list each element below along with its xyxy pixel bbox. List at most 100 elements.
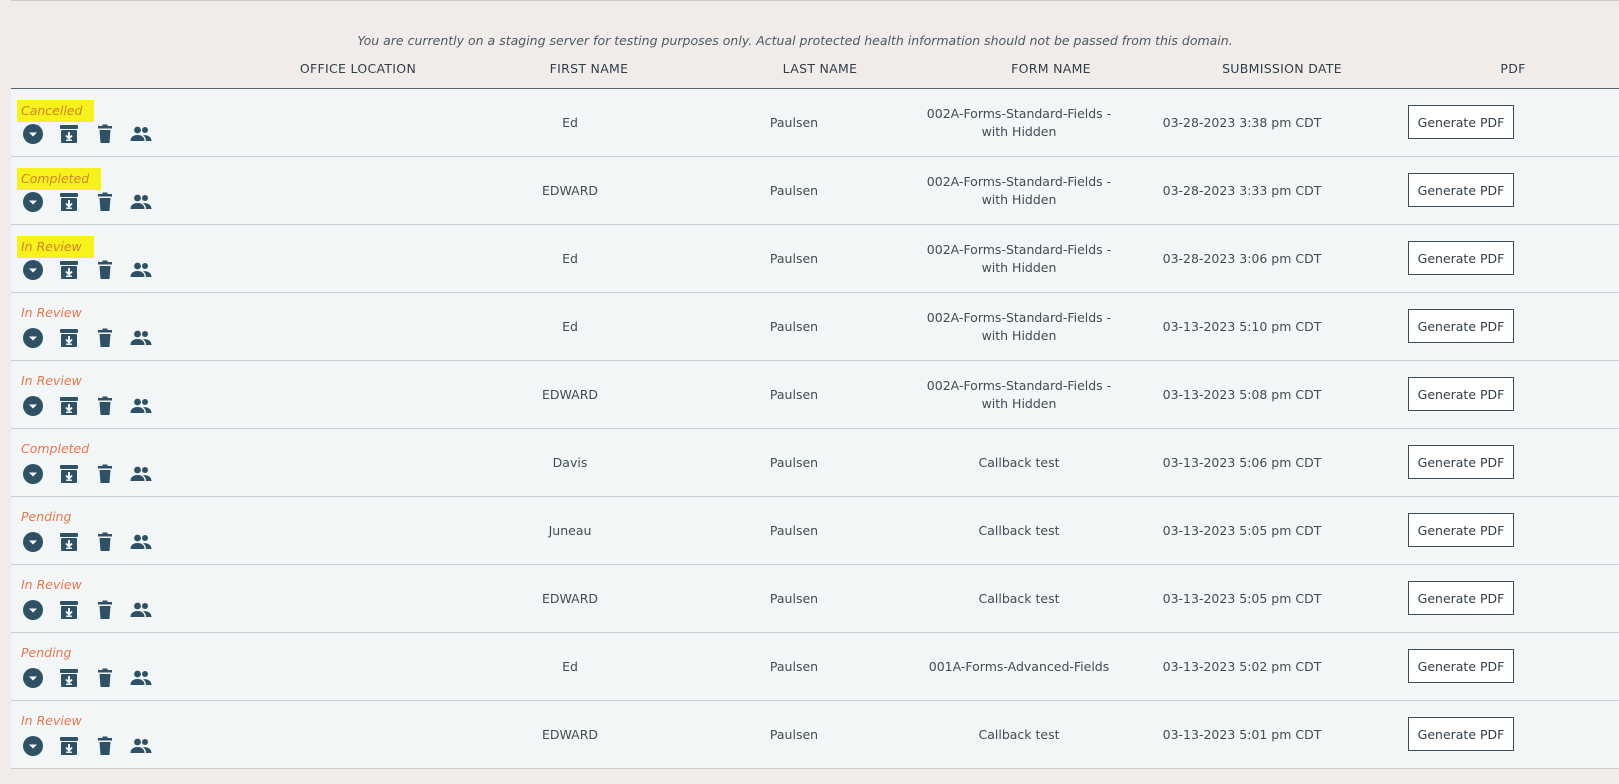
generate-pdf-button[interactable]: Generate PDF bbox=[1408, 241, 1514, 275]
last-name-cell: Paulsen bbox=[769, 726, 819, 742]
first-name-cell: Ed bbox=[562, 114, 578, 130]
people-icon[interactable] bbox=[129, 190, 153, 214]
archive-download-icon[interactable] bbox=[57, 462, 81, 486]
submissions-table: OFFICE LOCATION FIRST NAME LAST NAME FOR… bbox=[11, 55, 1619, 769]
form-name-cell: 002A-Forms-Standard-Fields - with Hidden bbox=[926, 377, 1112, 411]
table-row: In Review EDWARD Paulsen Callback test 03-13… bbox=[11, 701, 1619, 769]
last-name-cell: Paulsen bbox=[769, 250, 819, 266]
status-label: In Review bbox=[21, 577, 82, 592]
status-label: In Review bbox=[21, 713, 82, 728]
archive-download-icon[interactable] bbox=[57, 598, 81, 622]
chevron-down-circle-icon[interactable] bbox=[21, 530, 45, 554]
form-name-cell: Callback test bbox=[978, 726, 1060, 742]
trash-icon[interactable] bbox=[93, 326, 117, 350]
table-row: Pending Juneau Paulsen Callback test 03-13-2… bbox=[11, 497, 1619, 565]
chevron-down-circle-icon[interactable] bbox=[21, 598, 45, 622]
table-row: In Review EDWARD Paulsen Callback test 03-13… bbox=[11, 565, 1619, 633]
form-name-cell: Callback test bbox=[978, 590, 1060, 606]
generate-pdf-button[interactable]: Generate PDF bbox=[1408, 445, 1514, 479]
status-label: In Review bbox=[21, 373, 82, 388]
generate-pdf-button[interactable]: Generate PDF bbox=[1408, 173, 1514, 207]
people-icon[interactable] bbox=[129, 734, 153, 758]
first-name-cell: Juneau bbox=[548, 522, 592, 538]
chevron-down-circle-icon[interactable] bbox=[21, 666, 45, 690]
first-name-cell: Davis bbox=[552, 454, 588, 470]
people-icon[interactable] bbox=[129, 666, 153, 690]
table-row: In Review EDWARD Paulsen 002A-Forms-Standar… bbox=[11, 361, 1619, 429]
people-icon[interactable] bbox=[129, 394, 153, 418]
header-submission-date[interactable]: SUBMISSION DATE bbox=[1222, 61, 1342, 76]
status-label: Pending bbox=[21, 645, 72, 660]
generate-pdf-button[interactable]: Generate PDF bbox=[1408, 717, 1514, 751]
chevron-down-circle-icon[interactable] bbox=[21, 734, 45, 758]
submission-date-cell: 03-13-2023 5:08 pm CDT bbox=[1162, 386, 1322, 402]
top-divider bbox=[11, 0, 1619, 1]
archive-download-icon[interactable] bbox=[57, 190, 81, 214]
trash-icon[interactable] bbox=[93, 462, 117, 486]
row-actions bbox=[21, 462, 171, 486]
first-name-cell: EDWARD bbox=[541, 386, 599, 402]
archive-download-icon[interactable] bbox=[57, 326, 81, 350]
chevron-down-circle-icon[interactable] bbox=[21, 190, 45, 214]
trash-icon[interactable] bbox=[93, 530, 117, 554]
submission-date-cell: 03-13-2023 5:01 pm CDT bbox=[1162, 726, 1322, 742]
trash-icon[interactable] bbox=[93, 598, 117, 622]
row-actions bbox=[21, 326, 171, 350]
submission-date-cell: 03-13-2023 5:05 pm CDT bbox=[1162, 522, 1322, 538]
form-name-cell: 002A-Forms-Standard-Fields - with Hidden bbox=[926, 241, 1112, 275]
table-row: Completed Davis Paulsen Callback test 03-13-… bbox=[11, 429, 1619, 497]
archive-download-icon[interactable] bbox=[57, 530, 81, 554]
trash-icon[interactable] bbox=[93, 394, 117, 418]
people-icon[interactable] bbox=[129, 258, 153, 282]
archive-download-icon[interactable] bbox=[57, 122, 81, 146]
first-name-cell: Ed bbox=[562, 318, 578, 334]
generate-pdf-button[interactable]: Generate PDF bbox=[1408, 649, 1514, 683]
row-actions bbox=[21, 394, 171, 418]
people-icon[interactable] bbox=[129, 462, 153, 486]
row-actions bbox=[21, 734, 171, 758]
chevron-down-circle-icon[interactable] bbox=[21, 122, 45, 146]
first-name-cell: Ed bbox=[562, 658, 578, 674]
generate-pdf-button[interactable]: Generate PDF bbox=[1408, 309, 1514, 343]
generate-pdf-button[interactable]: Generate PDF bbox=[1408, 581, 1514, 615]
chevron-down-circle-icon[interactable] bbox=[21, 258, 45, 282]
last-name-cell: Paulsen bbox=[769, 386, 819, 402]
header-pdf: PDF bbox=[1500, 61, 1526, 76]
archive-download-icon[interactable] bbox=[57, 666, 81, 690]
trash-icon[interactable] bbox=[93, 122, 117, 146]
people-icon[interactable] bbox=[129, 326, 153, 350]
archive-download-icon[interactable] bbox=[57, 258, 81, 282]
trash-icon[interactable] bbox=[93, 190, 117, 214]
status-label: Completed bbox=[21, 441, 90, 456]
chevron-down-circle-icon[interactable] bbox=[21, 326, 45, 350]
table-row: Cancelled Ed Paulsen 002A-Forms-Standard-Fi… bbox=[11, 89, 1619, 157]
trash-icon[interactable] bbox=[93, 734, 117, 758]
archive-download-icon[interactable] bbox=[57, 394, 81, 418]
submission-date-cell: 03-28-2023 3:06 pm CDT bbox=[1162, 250, 1322, 266]
table-header: OFFICE LOCATION FIRST NAME LAST NAME FOR… bbox=[11, 55, 1619, 89]
submission-date-cell: 03-13-2023 5:10 pm CDT bbox=[1162, 318, 1322, 334]
generate-pdf-button[interactable]: Generate PDF bbox=[1408, 105, 1514, 139]
status-label: Completed bbox=[17, 168, 102, 190]
people-icon[interactable] bbox=[129, 530, 153, 554]
generate-pdf-button[interactable]: Generate PDF bbox=[1408, 377, 1514, 411]
generate-pdf-button[interactable]: Generate PDF bbox=[1408, 513, 1514, 547]
row-actions bbox=[21, 258, 171, 282]
archive-download-icon[interactable] bbox=[57, 734, 81, 758]
last-name-cell: Paulsen bbox=[769, 658, 819, 674]
last-name-cell: Paulsen bbox=[769, 114, 819, 130]
form-name-cell: 001A-Forms-Advanced-Fields bbox=[928, 658, 1110, 674]
chevron-down-circle-icon[interactable] bbox=[21, 462, 45, 486]
row-actions bbox=[21, 598, 171, 622]
trash-icon[interactable] bbox=[93, 666, 117, 690]
people-icon[interactable] bbox=[129, 598, 153, 622]
last-name-cell: Paulsen bbox=[769, 318, 819, 334]
header-last-name[interactable]: LAST NAME bbox=[783, 61, 858, 76]
trash-icon[interactable] bbox=[93, 258, 117, 282]
header-form-name[interactable]: FORM NAME bbox=[1011, 61, 1091, 76]
last-name-cell: Paulsen bbox=[769, 590, 819, 606]
header-first-name[interactable]: FIRST NAME bbox=[550, 61, 629, 76]
people-icon[interactable] bbox=[129, 122, 153, 146]
chevron-down-circle-icon[interactable] bbox=[21, 394, 45, 418]
header-office-location[interactable]: OFFICE LOCATION bbox=[300, 61, 416, 76]
